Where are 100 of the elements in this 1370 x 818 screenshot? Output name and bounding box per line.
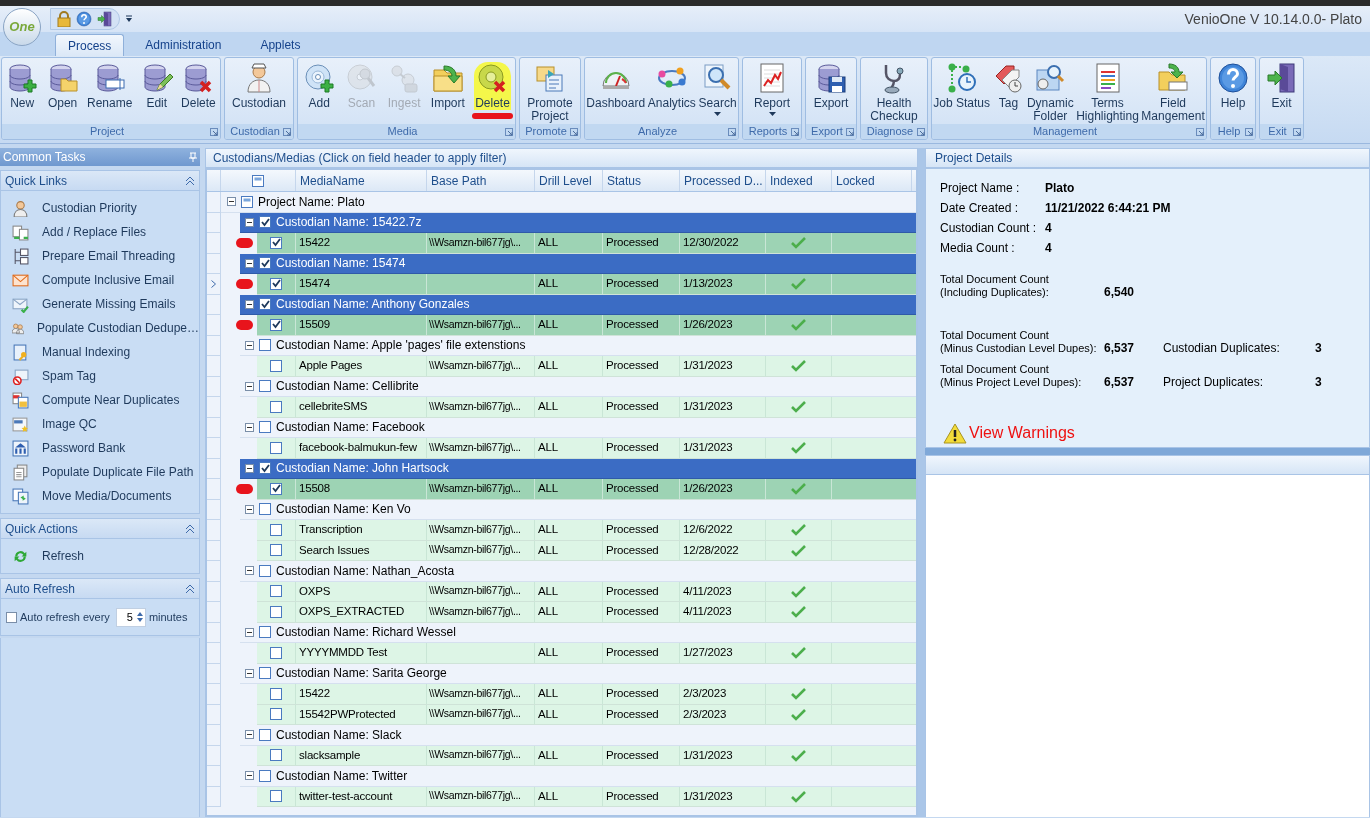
collapse-toggle-icon[interactable] xyxy=(245,258,254,268)
collapse-toggle-icon[interactable] xyxy=(245,217,254,227)
task-link[interactable]: Password Bank xyxy=(42,439,126,457)
document-key-icon[interactable] xyxy=(12,343,29,361)
task-link[interactable]: Add / Replace Files xyxy=(42,223,147,241)
interval-spinner[interactable]: 5 xyxy=(115,607,146,627)
collapse-toggle-icon[interactable] xyxy=(245,566,254,576)
checkbox[interactable] xyxy=(259,339,271,352)
toolbar-button[interactable]: Rename xyxy=(85,62,134,110)
collapse-toggle-icon[interactable] xyxy=(245,730,254,740)
toolbar-button[interactable]: Health Checkup xyxy=(869,62,919,123)
envelope-blocked-icon[interactable] xyxy=(12,367,29,385)
checkbox[interactable] xyxy=(270,523,282,536)
checkbox[interactable] xyxy=(270,585,282,598)
task-link[interactable]: Move Media/Documents xyxy=(42,487,172,505)
checkbox[interactable] xyxy=(259,257,271,270)
dialog-launcher-icon[interactable] xyxy=(846,127,854,136)
checkbox[interactable] xyxy=(270,749,282,762)
checkbox[interactable] xyxy=(6,611,17,623)
checkbox[interactable] xyxy=(270,646,282,659)
checkbox[interactable] xyxy=(270,318,282,331)
checkbox[interactable] xyxy=(270,359,282,372)
column-header[interactable]: Base Path xyxy=(427,170,535,191)
collapse-toggle-icon[interactable] xyxy=(245,668,254,678)
media-row[interactable]: facebook-balmukun-few \\Wsamzn-bil677jg\... ALL Processed 1/31/2023 xyxy=(257,438,916,459)
media-row[interactable]: 15509 \\Wsamzn-bil677jg\... ALL Processed 1/26/2023 xyxy=(257,315,916,336)
media-row[interactable]: twitter-test-account \\Wsamzn-bil677jg\... ALL Processed 1/31/2023 xyxy=(257,786,916,807)
toolbar-button[interactable]: Report xyxy=(753,62,791,116)
dialog-launcher-icon[interactable] xyxy=(1245,127,1253,136)
checkbox[interactable] xyxy=(259,503,271,516)
column-header[interactable]: Drill Level xyxy=(535,170,603,191)
media-row[interactable]: 15542PWProtected \\Wsamzn-bil677jg\... ALL Processed 2/3/2023 xyxy=(257,704,916,725)
files-arrows-icon[interactable] xyxy=(12,223,29,241)
collapse-toggle-icon[interactable] xyxy=(245,381,254,391)
toolbar-button[interactable]: New xyxy=(5,62,40,110)
toolbar-button[interactable]: Tag xyxy=(991,62,1026,110)
task-link[interactable]: Compute Inclusive Email xyxy=(42,271,175,289)
media-row[interactable]: 15474 ALL Processed 1/13/2023 xyxy=(257,274,916,295)
collapse-toggle-icon[interactable] xyxy=(245,771,254,781)
toolbar-button[interactable]: Edit xyxy=(139,62,174,110)
toolbar-button[interactable]: Exit xyxy=(1264,62,1299,110)
column-header[interactable]: Status xyxy=(603,170,680,191)
pin-icon[interactable] xyxy=(189,152,197,162)
collapse-toggle-icon[interactable] xyxy=(227,197,236,207)
media-row[interactable]: Apple Pages \\Wsamzn-bil677jg\... ALL Processed 1/31/2023 xyxy=(257,356,916,377)
task-link[interactable]: Custodian Priority xyxy=(42,199,137,217)
toolbar-button[interactable]: Delete xyxy=(180,62,217,110)
dialog-launcher-icon[interactable] xyxy=(210,127,218,136)
select-all-icon[interactable] xyxy=(252,174,264,187)
column-header[interactable]: Locked xyxy=(832,170,912,191)
collapse-toggle-icon[interactable] xyxy=(245,463,254,473)
toolbar-button[interactable]: Field Mangement xyxy=(1140,62,1206,123)
collapse-toggle-icon[interactable] xyxy=(245,422,254,432)
checkbox[interactable] xyxy=(270,441,282,454)
checkbox[interactable] xyxy=(270,687,282,700)
collapse-toggle-icon[interactable] xyxy=(245,504,254,514)
checkbox[interactable] xyxy=(259,564,271,577)
toolbar-button[interactable]: Open xyxy=(45,62,80,110)
checkbox[interactable] xyxy=(270,790,282,803)
media-row[interactable]: 15508 \\Wsamzn-bil677jg\... ALL Processed 1/26/2023 xyxy=(257,479,916,500)
checkbox[interactable] xyxy=(270,482,282,495)
column-header[interactable]: Processed D... xyxy=(680,170,766,191)
ribbon-tab[interactable]: Process xyxy=(55,34,125,56)
task-link[interactable]: Spam Tag xyxy=(42,367,96,385)
media-row[interactable]: OXPS \\Wsamzn-bil677jg\... ALL Processed 4/11/2023 xyxy=(257,581,916,602)
checkbox[interactable] xyxy=(270,400,282,413)
custodian-row[interactable]: Custodian Name: 15422.7z xyxy=(240,212,916,233)
media-row[interactable]: Transcription \\Wsamzn-bil677jg\... ALL Processed 12/6/2022 xyxy=(257,520,916,541)
toolbar-button[interactable]: Job Status xyxy=(932,62,991,110)
checkbox[interactable] xyxy=(259,298,271,311)
ribbon-tab[interactable]: Applets xyxy=(242,34,319,56)
checkbox[interactable] xyxy=(259,769,271,782)
toolbar-button[interactable]: Search xyxy=(697,62,738,116)
toolbar-button[interactable]: Help xyxy=(1216,62,1250,110)
checkbox[interactable] xyxy=(270,605,282,618)
dialog-launcher-icon[interactable] xyxy=(570,127,578,136)
collapse-toggle-icon[interactable] xyxy=(245,299,254,309)
dialog-launcher-icon[interactable] xyxy=(791,127,799,136)
collapse-icon[interactable] xyxy=(185,583,195,594)
task-link[interactable]: Refresh xyxy=(42,547,85,565)
toolbar-button[interactable]: Add xyxy=(302,62,337,110)
task-link[interactable]: Compute Near Duplicates xyxy=(42,391,180,409)
task-link[interactable]: Prepare Email Threading xyxy=(42,247,176,265)
collapse-toggle-icon[interactable] xyxy=(245,340,254,350)
toolbar-button[interactable]: Export xyxy=(812,62,850,110)
media-row[interactable]: OXPS_EXTRACTED \\Wsamzn-bil677jg\... ALL Processed 4/11/2023 xyxy=(257,602,916,623)
toolbar-button[interactable]: Dynamic Folder xyxy=(1025,62,1075,123)
task-link[interactable]: Populate Duplicate File Path xyxy=(42,463,194,481)
media-row[interactable]: Search Issues \\Wsamzn-bil677jg\... ALL Processed 12/28/2022 xyxy=(257,540,916,561)
toolbar-button[interactable]: Promote Project xyxy=(526,62,574,123)
dialog-launcher-icon[interactable] xyxy=(1293,127,1301,136)
checkbox[interactable] xyxy=(259,421,271,434)
person-icon[interactable] xyxy=(12,199,29,217)
custodian-row[interactable]: Custodian Name: Anthony Gonzales xyxy=(240,294,916,315)
documents-icon[interactable] xyxy=(12,391,29,409)
task-link[interactable]: Manual Indexing xyxy=(42,343,131,361)
toolbar-button[interactable]: Dashboard xyxy=(585,62,647,110)
checkbox[interactable] xyxy=(259,462,271,475)
checkbox[interactable] xyxy=(270,236,282,249)
tree-icon[interactable] xyxy=(12,247,29,265)
